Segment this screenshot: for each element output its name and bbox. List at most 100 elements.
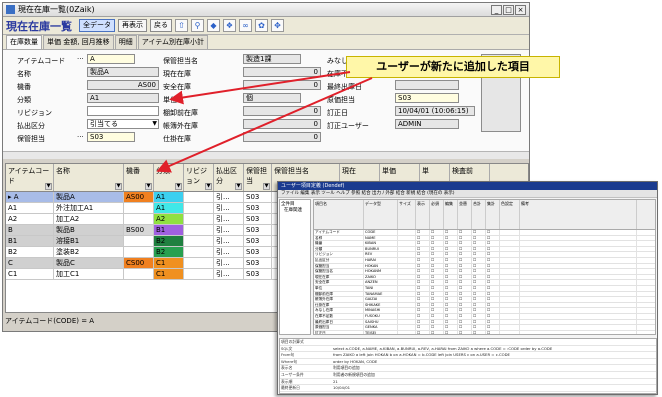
inset-table-cell: ☐ (458, 269, 472, 274)
move-icon[interactable]: ✥ (271, 19, 284, 32)
table-cell (184, 225, 214, 235)
inset-table-cell: ☐ (486, 257, 500, 263)
column-header[interactable]: 機番 ▼ (124, 164, 154, 191)
column-filter-icon[interactable]: ▼ (205, 183, 212, 190)
inset-column-header[interactable]: 備考 (520, 200, 637, 229)
item-code-field[interactable]: A (87, 54, 135, 64)
inset-table-cell: ☐ (430, 235, 444, 241)
inset-detail-value[interactable]: 21 (332, 379, 656, 385)
tanaoroshi-label: 棚卸前在庫 (163, 109, 198, 117)
genka-field[interactable]: S03 (395, 93, 459, 103)
table-cell: S03 (244, 258, 272, 268)
inset-table-cell (520, 297, 637, 302)
column-filter-icon[interactable]: ▼ (235, 183, 242, 190)
back-button[interactable]: 戻る (150, 19, 172, 32)
inset-table-cell: 訂正日 (314, 330, 364, 334)
inset-column-header[interactable]: 合計 (472, 200, 486, 229)
inset-column-header[interactable]: 編集 (444, 200, 458, 229)
inset-table-cell (398, 246, 416, 252)
column-filter-icon[interactable]: ▼ (115, 183, 122, 190)
column-header[interactable]: リビジョン ▼ (184, 164, 214, 191)
inset-table-cell: ☐ (444, 257, 458, 263)
inset-table-cell: ☐ (486, 319, 500, 325)
inset-table-cell (500, 319, 520, 325)
inset-table-cell: みなし在庫 (314, 308, 364, 313)
inset-column-header[interactable]: データ型 (364, 200, 398, 229)
tree-icon[interactable]: ❖ (223, 19, 236, 32)
inset-table-cell (520, 274, 637, 280)
tab-item-subtotal[interactable]: アイテム別在庫小計 (137, 35, 208, 49)
revision-field[interactable] (87, 106, 159, 116)
inset-column-header[interactable]: サイズ (398, 200, 416, 229)
inset-table-row[interactable]: 訂正日 TEISEI ☐ ☐ ☐ ☐ ☐ ☐ (314, 330, 655, 334)
inset-tree: 全件目 在庫関連 (279, 199, 311, 335)
tab-quantity[interactable]: 在庫数量 (6, 35, 42, 49)
column-header[interactable]: 名称 ▼ (54, 164, 124, 191)
inset-table-cell (520, 330, 637, 334)
column-filter-icon[interactable]: ▼ (175, 183, 182, 190)
refresh-button[interactable]: 再表示 (118, 19, 147, 32)
inset-column-header[interactable]: 集計 (486, 200, 500, 229)
status-bar: アイテムコード(CODE) = A (5, 317, 95, 325)
minimize-button[interactable]: _ (491, 5, 502, 15)
inset-column-header[interactable]: 必須 (430, 200, 444, 229)
inset-table-cell (398, 302, 416, 308)
inset-table-cell: ☐ (430, 285, 444, 291)
inset-detail-value[interactable]: select a.CODE, a.NAME, a.KIBAN, a.BUNRUI… (332, 346, 656, 352)
tree-node[interactable]: 在庫関連 (281, 207, 309, 213)
inset-column-header[interactable]: 色設定 (500, 200, 520, 229)
binoculars-icon[interactable]: ∞ (239, 19, 252, 32)
inset-table-cell (398, 319, 416, 325)
form-scrollbar[interactable] (3, 151, 529, 159)
inset-column-header[interactable]: 並替 (458, 200, 472, 229)
hokan-field[interactable]: S03 (87, 132, 135, 142)
inset-table-cell: ☐ (486, 280, 500, 285)
close-button[interactable]: × (515, 5, 526, 15)
inset-table-cell: ☐ (444, 252, 458, 257)
inset-table-cell: 名称 (314, 235, 364, 241)
column-header[interactable]: アイテムコード ▼ (6, 164, 54, 191)
column-header[interactable]: 保管担当 ▼ (244, 164, 272, 191)
inset-detail-value[interactable]: 利用項目の追加 (332, 365, 656, 371)
inset-detail-value[interactable]: 10/04/01 (332, 385, 656, 391)
column-filter-icon[interactable]: ▼ (263, 183, 270, 190)
inset-detail-label: ユーザー条件 (281, 371, 304, 377)
inset-table-cell: ☐ (472, 263, 486, 269)
table-cell: B (6, 225, 54, 235)
column-header[interactable]: 分類 ▼ (154, 164, 184, 191)
column-filter-icon[interactable]: ▼ (45, 183, 52, 190)
inset-column-header[interactable]: 表示 (416, 200, 430, 229)
inset-table-cell (500, 241, 520, 246)
inset-detail-value[interactable]: order by HOKAN, CODE (332, 359, 656, 365)
gear-icon[interactable]: ✿ (255, 19, 268, 32)
table-cell: 引... (214, 225, 244, 235)
maximize-button[interactable]: □ (503, 5, 514, 15)
inset-detail-value[interactable] (332, 339, 656, 345)
tab-detail[interactable]: 明細 (114, 35, 137, 49)
tab-price[interactable]: 単価 金額, 回月推移 (43, 35, 114, 49)
inset-table-cell: ☐ (458, 280, 472, 285)
inset-table-cell: ☐ (444, 230, 458, 235)
table-cell (184, 269, 214, 279)
up-arrow-icon[interactable]: ⇧ (175, 19, 188, 32)
kishu-label: 機番 (17, 83, 31, 91)
column-filter-icon[interactable]: ▼ (145, 183, 152, 190)
inset-table-cell: ☐ (416, 291, 430, 297)
haraidashi-select[interactable]: 引当てる (87, 119, 159, 129)
column-header[interactable]: 払出区分 ▼ (214, 164, 244, 191)
inset-detail-value[interactable]: from ZAIKO a left join HOKAN b on a.HOKA… (332, 352, 656, 358)
inset-table-cell (398, 313, 416, 319)
item-code-label: アイテムコード (17, 57, 66, 65)
inset-detail-value[interactable]: 利用者の新規項目の追加 (332, 372, 656, 378)
inset-table-cell: ☐ (486, 313, 500, 319)
inset-table-cell (500, 302, 520, 308)
tag-icon[interactable]: ◆ (207, 19, 220, 32)
kotei-user-label: 訂正ユーザー (327, 122, 369, 130)
inset-column-header[interactable]: 項目名 (314, 200, 364, 229)
inset-table-cell (398, 308, 416, 313)
all-data-button[interactable]: 全データ (79, 19, 115, 32)
table-cell: BS00 (124, 225, 154, 235)
filter-icon[interactable]: ⚲ (191, 19, 204, 32)
anzen-field: 0 (243, 80, 321, 90)
inset-table-cell (520, 269, 637, 274)
